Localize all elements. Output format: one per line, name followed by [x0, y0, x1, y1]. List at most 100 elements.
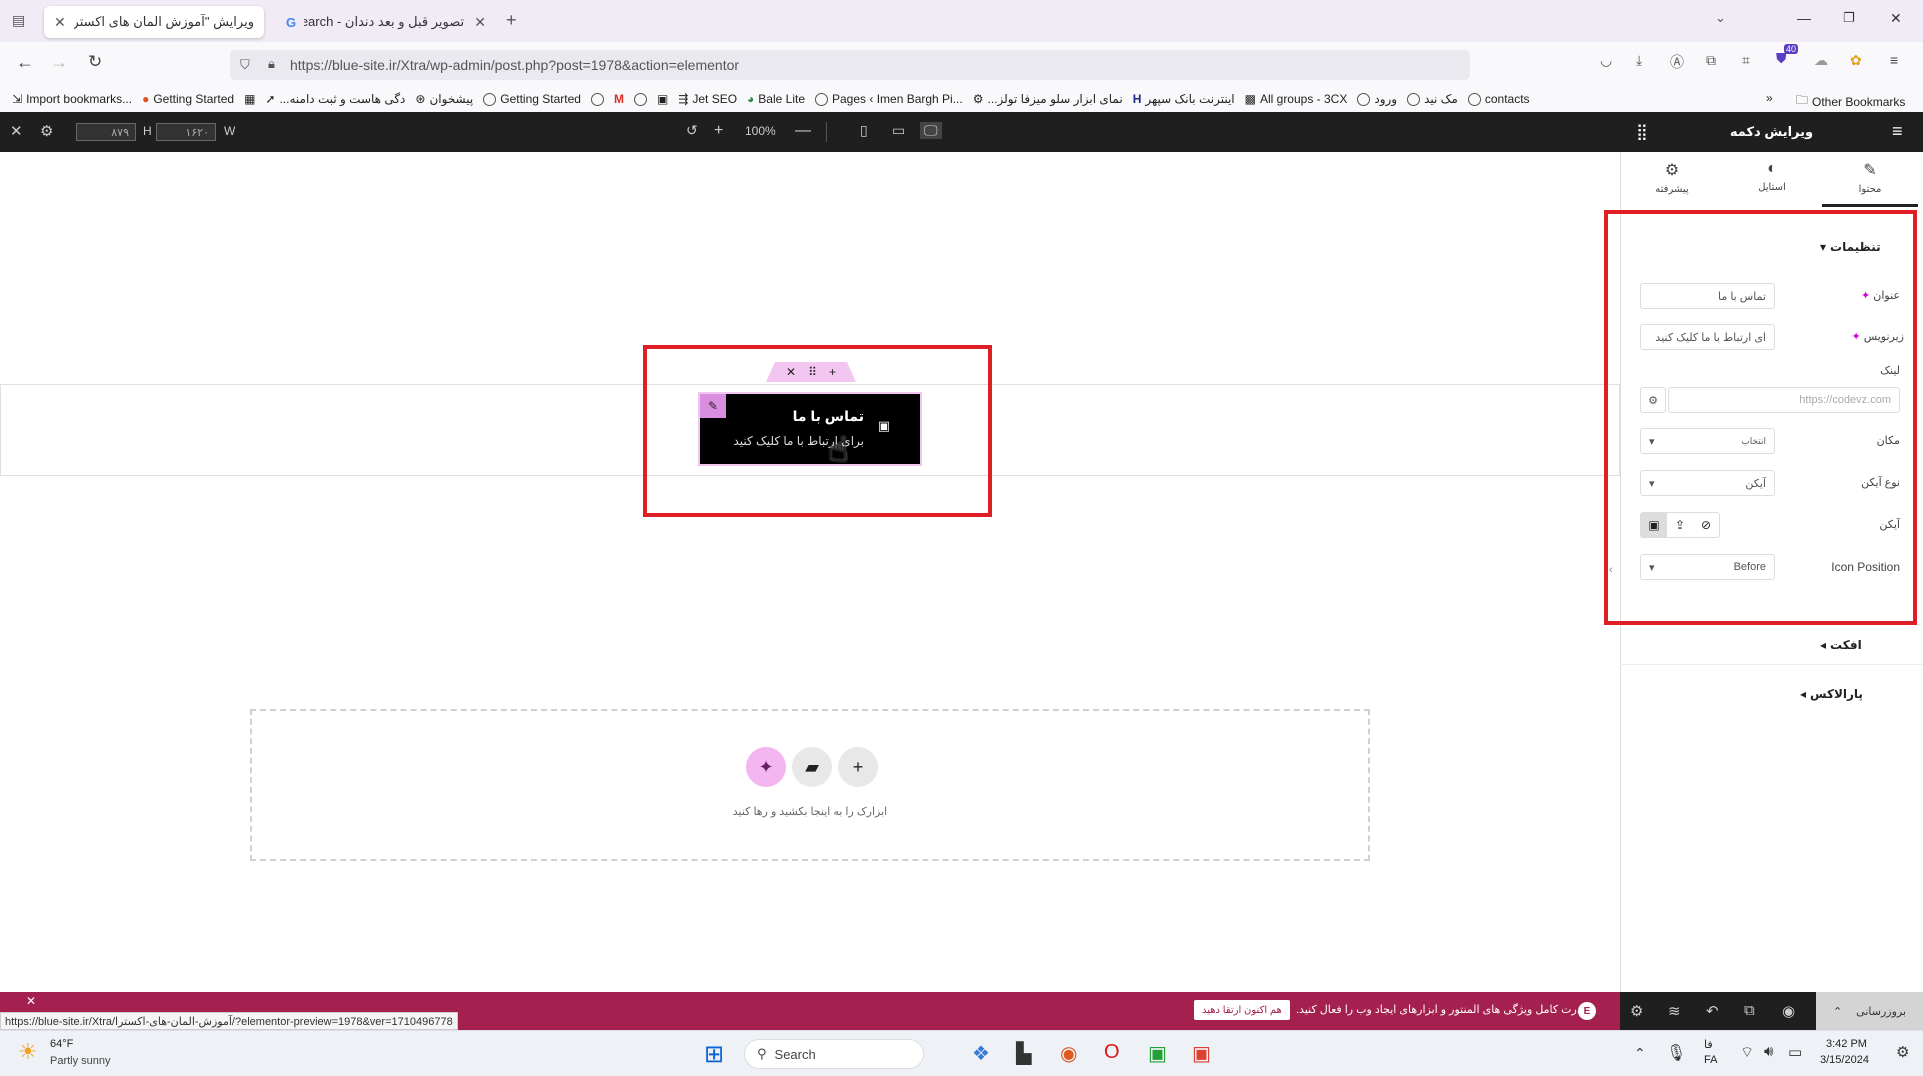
bookmark-item[interactable] [633, 92, 647, 106]
section-parallax-header[interactable]: پارالاکس ◂ [1800, 687, 1900, 701]
bookmark-item[interactable]: ⚙ ...نمای ابزار سلو میزفا تولز [973, 92, 1123, 106]
notification-icon[interactable]: ⚙ [1896, 1043, 1909, 1061]
desktop-icon[interactable]: 🖵︎ [920, 122, 942, 139]
taskbar-search[interactable]: ⚲ Search [744, 1039, 924, 1069]
tab-content[interactable]: ✎ محتوا [1820, 160, 1920, 195]
globe-icon [1407, 92, 1421, 106]
clock-time[interactable]: 3:42 PM [1826, 1038, 1867, 1050]
drop-zone[interactable]: ✦ ▰ + ابزارک را به اینجا بکشید و رها کنی… [250, 709, 1370, 861]
bookmark-item[interactable]: M [614, 92, 624, 106]
cloud-icon[interactable]: ☁ [1814, 52, 1828, 69]
microphone-icon[interactable]: 🎙︎ [1666, 1043, 1686, 1063]
clock-date[interactable]: 3/15/2024 [1820, 1054, 1869, 1066]
weather-icon[interactable]: ☀ [18, 1039, 38, 1065]
crop-icon[interactable]: ⌗ [1742, 52, 1750, 69]
restore-icon[interactable]: ❐ [1843, 10, 1855, 26]
close-window-icon[interactable]: ✕ [1890, 10, 1902, 27]
firefox-icon[interactable]: ◉ [1060, 1041, 1077, 1066]
task-view-icon[interactable]: ▙ [1016, 1041, 1031, 1066]
hamburger-icon[interactable]: ≡ [1892, 121, 1903, 142]
tab-list-icon[interactable]: ▤ [12, 12, 25, 29]
tab-style[interactable]: ◐ استایل [1722, 160, 1822, 193]
ai-sparkle-icon[interactable]: ✦ [746, 747, 786, 787]
lang-bottom[interactable]: FA [1704, 1054, 1717, 1066]
bookmark-item[interactable]: ورود [1357, 92, 1397, 106]
pocket-icon[interactable]: ◡ [1600, 52, 1612, 69]
browser-tab-bar: ▤ ویرایش "آموزش المان های اکسترا – ✕ G ت… [0, 0, 1923, 42]
bookmark-item[interactable]: ▦ [244, 92, 255, 106]
layers-icon[interactable]: ≋ [1668, 1002, 1681, 1020]
zoom-out-icon[interactable]: — [795, 122, 811, 140]
reset-icon[interactable]: ↺ [686, 122, 698, 139]
bookmark-item[interactable]: ● Getting Started [142, 92, 234, 106]
arrow-icon: ➚ [265, 92, 276, 106]
chevron-up-icon[interactable]: ⌃ [1634, 1045, 1646, 1062]
bookmark-item[interactable] [590, 92, 604, 106]
more-bookmarks-icon[interactable]: » [1766, 91, 1773, 105]
bookmark-item[interactable]: H اینترنت بانک سپهر [1133, 92, 1235, 106]
section-effect-header[interactable]: افکت ◂ [1820, 638, 1900, 652]
close-icon[interactable]: ✕ [26, 994, 36, 1008]
lang-top[interactable]: فا [1704, 1038, 1713, 1051]
volume-icon[interactable]: 🔊︎ [1764, 1043, 1773, 1060]
upgrade-button[interactable]: هم اکنون ارتقا دهید [1194, 1000, 1290, 1020]
bookmark-item[interactable]: contacts [1467, 92, 1530, 106]
mobile-icon[interactable]: ▯ [860, 122, 868, 139]
wifi-icon[interactable]: ⌔ [1740, 1043, 1754, 1062]
responsive-icon[interactable]: ⧉ [1744, 1002, 1755, 1019]
bookmark-item[interactable]: ⇶ Jet SEO [678, 92, 737, 106]
tracking-shield-icon[interactable]: ⛉ [240, 57, 250, 73]
notice-text: قدرت کامل ویژگی های المنتور و ابزارهای ا… [1296, 1004, 1588, 1016]
height-input[interactable]: ۸۷۹ [76, 123, 136, 141]
chevron-up-icon[interactable]: ⌃ [1833, 1005, 1842, 1018]
url-bar[interactable]: ⛉ 🔒︎ https://blue-site.ir/Xtra/wp-admin/… [230, 50, 1470, 80]
download-icon[interactable]: ⤓ [1636, 52, 1642, 69]
chevron-down-icon[interactable]: ⌄ [1715, 10, 1726, 26]
bookmark-item[interactable]: مک نید [1407, 92, 1458, 106]
zoom-in-icon[interactable]: + [714, 122, 723, 140]
bookmarks-bar: ⇲ Import bookmarks... ● Getting Started ▦ … [0, 86, 1923, 112]
account-icon[interactable]: Ⓐ [1670, 52, 1684, 72]
gear-icon[interactable]: ⚙ [40, 122, 53, 140]
tab-elementor[interactable]: ویرایش "آموزش المان های اکسترا – ✕ [44, 6, 264, 38]
update-button[interactable]: بروزرسانی ⌃ [1816, 992, 1923, 1030]
camtasia-green-icon[interactable]: ▣ [1148, 1041, 1167, 1066]
add-section-icon[interactable]: + [838, 747, 878, 787]
tab-advanced[interactable]: ⚙ پیشرفته [1622, 160, 1722, 195]
battery-icon[interactable]: ▭ [1788, 1043, 1802, 1061]
reload-icon[interactable]: ↻ [88, 52, 102, 72]
folder-icon[interactable]: ▰ [792, 747, 832, 787]
bookmark-item[interactable]: ◕ Bale Lite [747, 92, 805, 106]
panel-title: ویرایش دکمه [1729, 124, 1814, 139]
cookie-icon[interactable]: ✿ [1850, 52, 1862, 69]
opera-icon[interactable]: O [1104, 1041, 1120, 1064]
bookmark-item[interactable]: ➚ ...دگی هاست و ثبت دامنه [265, 92, 405, 106]
tab-search[interactable]: G تصویر قبل و بعد دندان - Search ✕ [276, 6, 496, 38]
bookmark-item[interactable]: Pages ‹ Imen Bargh Pi... [815, 92, 963, 106]
close-icon[interactable]: ✕ [10, 122, 23, 140]
tablet-icon[interactable]: ▭ [892, 122, 905, 139]
menu-icon[interactable]: ≡ [1890, 52, 1898, 68]
minimize-icon[interactable]: — [1797, 10, 1811, 26]
bookmark-item[interactable]: Getting Started [483, 92, 581, 106]
bookmark-item[interactable]: ▣ [657, 92, 668, 106]
close-icon[interactable]: ✕ [474, 14, 486, 31]
width-input[interactable]: ۱۶۲۰ [156, 123, 216, 141]
extensions-icon[interactable]: ⧉ [1706, 52, 1716, 69]
preview-eye-icon[interactable]: ◉ [1782, 1002, 1795, 1020]
gear-icon[interactable]: ⚙ [1630, 1002, 1643, 1020]
back-icon[interactable]: ← [16, 52, 34, 73]
lock-icon[interactable]: 🔒︎ [268, 56, 275, 72]
bookmark-item[interactable]: ⊛ پیشخوان [415, 92, 473, 106]
bookmark-item[interactable]: ▩ All groups - 3CX [1245, 92, 1348, 106]
history-icon[interactable]: ↶ [1706, 1002, 1719, 1020]
camtasia-red-icon[interactable]: ▣ [1192, 1041, 1211, 1066]
other-bookmarks[interactable]: 🗀︎ Other Bookmarks [1796, 91, 1905, 112]
bookmark-item[interactable]: ⇲ Import bookmarks... [12, 92, 132, 106]
bank-icon: H [1132, 92, 1142, 106]
copilot-icon[interactable]: ❖ [972, 1041, 990, 1066]
forward-icon[interactable]: → [50, 52, 68, 73]
windows-start-icon[interactable]: ⊞ [704, 1040, 724, 1069]
new-tab-icon[interactable]: + [506, 10, 517, 31]
close-icon[interactable]: ✕ [54, 14, 66, 31]
